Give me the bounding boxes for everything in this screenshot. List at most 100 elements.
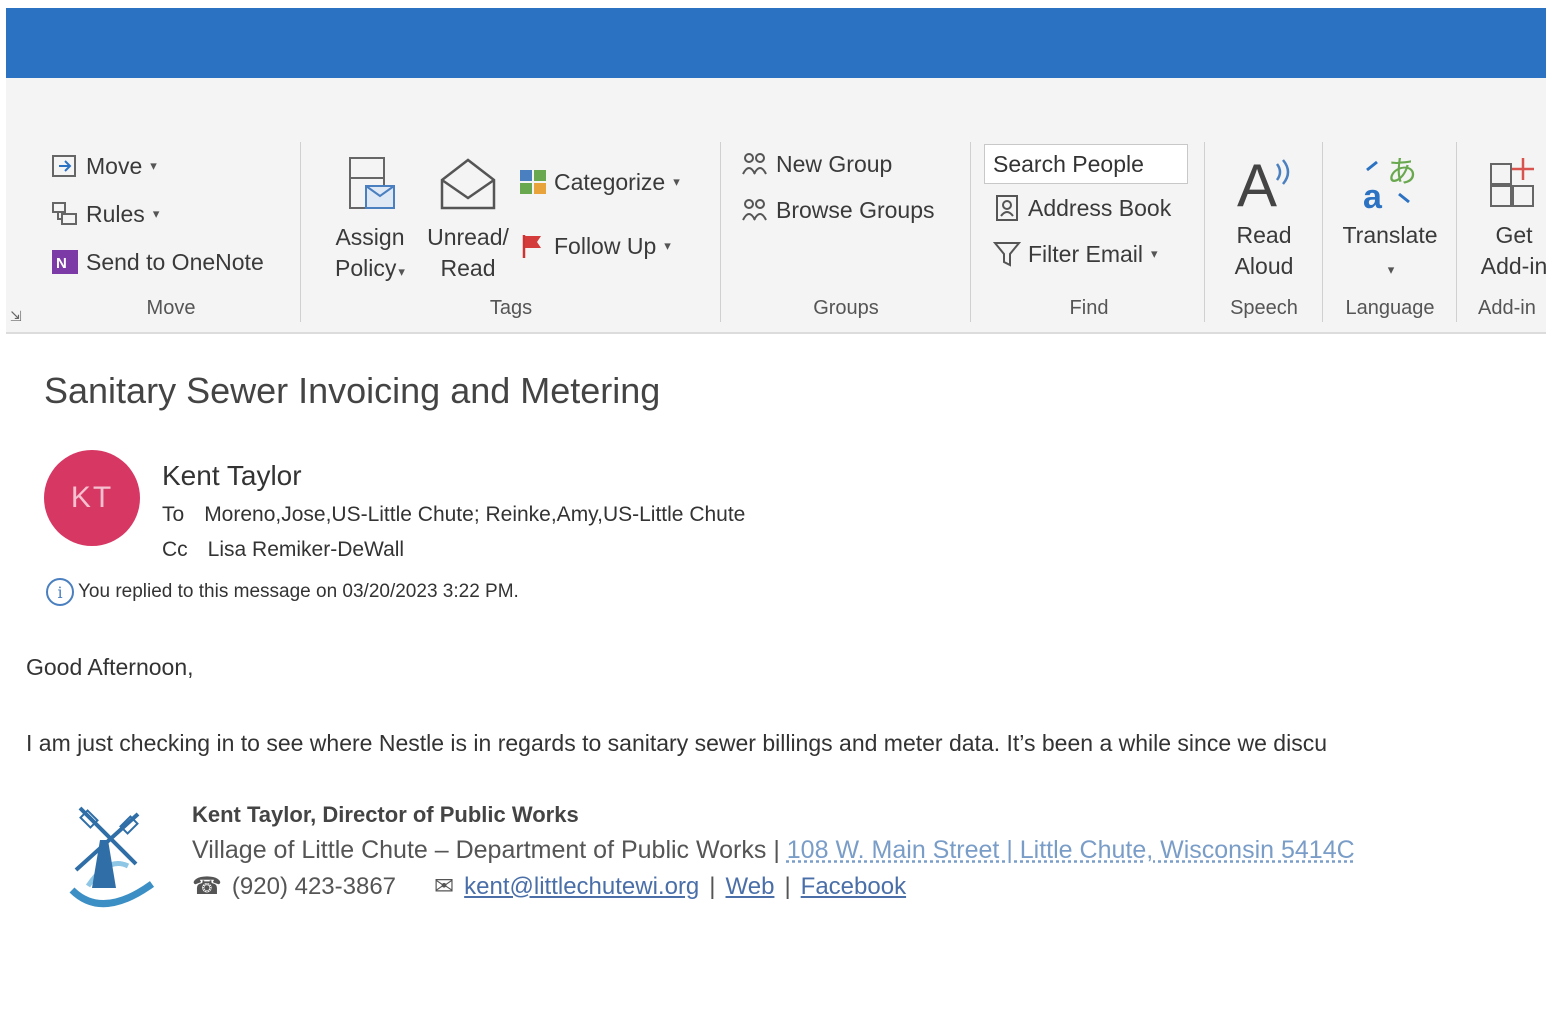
ribbon-divider	[720, 142, 721, 322]
categorize-icon	[520, 170, 546, 194]
assign-policy-label-line2: Policy ▾	[335, 255, 405, 281]
read-aloud-icon: A	[1237, 152, 1290, 214]
svg-text:あ: あ	[1387, 155, 1417, 190]
filter-email-label: Filter Email	[1028, 240, 1144, 267]
translate-button[interactable]: aあ Translate ▾	[1330, 150, 1450, 285]
signature-facebook-link[interactable]: Facebook	[801, 873, 906, 901]
sender-name[interactable]: Kent Taylor	[162, 460, 302, 492]
new-group-icon	[742, 153, 767, 175]
chevron-down-icon: ▾	[1387, 262, 1395, 277]
speech-group: A Read Aloud Speech	[1210, 138, 1318, 328]
reply-info-text: You replied to this message on 03/20/202…	[78, 581, 519, 602]
svg-text:a: a	[1363, 178, 1383, 214]
chevron-down-icon: ▾	[152, 206, 160, 221]
ribbon-divider	[970, 142, 971, 322]
rules-button[interactable]: Rules ▾	[50, 200, 159, 228]
get-addins-button[interactable]: Get Add-in	[1462, 150, 1556, 282]
signature-separator: |	[784, 872, 791, 900]
signature-separator: |	[709, 872, 716, 900]
translate-chevron: ▾	[1330, 251, 1450, 285]
move-button[interactable]: Move ▾	[50, 152, 157, 180]
chevron-down-icon: ▾	[150, 158, 157, 173]
cc-label: Cc	[162, 538, 188, 561]
signature-contact-line: ☎ (920) 423-3867 ✉ kent@littlechutewi.or…	[192, 872, 906, 901]
svg-text:N: N	[56, 255, 67, 272]
categorize-label: Categorize	[554, 168, 666, 195]
avatar[interactable]: KT	[44, 450, 140, 546]
send-to-onenote-label: Send to OneNote	[86, 248, 264, 275]
assign-policy-button[interactable]: Assign Policy ▾	[320, 154, 420, 287]
browse-groups-label: Browse Groups	[776, 196, 935, 223]
translate-icon: aあ	[1363, 155, 1417, 214]
groups-group-label: Groups	[813, 297, 879, 319]
new-group-button[interactable]: New Group	[740, 150, 892, 178]
reply-info-bar[interactable]: i You replied to this message on 03/20/2…	[46, 578, 519, 606]
translate-label: Translate	[1342, 222, 1438, 248]
dialog-launcher-icon[interactable]: ⇲	[10, 308, 22, 325]
signature-phone: (920) 423-3867	[231, 872, 397, 900]
language-group: aあ Translate ▾ Language	[1328, 138, 1452, 328]
follow-up-button[interactable]: Follow Up ▾	[518, 232, 671, 260]
read-aloud-label-line2: Aloud	[1234, 253, 1294, 279]
windmill-logo-icon	[69, 806, 155, 907]
chevron-down-icon: ▾	[664, 238, 671, 253]
svg-text:A: A	[1237, 152, 1277, 214]
cc-row: Cc Lisa Remiker-DeWall	[162, 538, 404, 562]
addin-group: Get Add-in Add-in	[1462, 138, 1547, 328]
groups-group: New Group Browse Groups Groups	[726, 138, 966, 328]
new-group-label: New Group	[776, 150, 893, 177]
signature-address-link[interactable]: 108 W. Main Street | Little Chute, Wisco…	[787, 836, 1355, 864]
to-recipients[interactable]: Moreno,Jose,US-Little Chute; Reinke,Amy,…	[204, 503, 745, 527]
speech-group-label: Speech	[1230, 297, 1298, 319]
move-group: Move ▾ Rules ▾ N Send to OneNote Move	[46, 138, 296, 328]
signature-web-link[interactable]: Web	[726, 873, 775, 901]
info-icon: i	[46, 578, 74, 606]
browse-groups-icon	[742, 199, 767, 221]
rules-icon	[52, 202, 77, 225]
ribbon: ⇲ Move ▾ Rules ▾ N Send to OneNote Move As…	[6, 78, 1547, 334]
to-label: To	[162, 503, 185, 526]
greeting: Good Afternoon,	[26, 654, 194, 680]
unread-read-label-line2: Read	[440, 255, 496, 281]
message-subject: Sanitary Sewer Invoicing and Metering	[44, 370, 661, 411]
tags-group-label: Tags	[489, 297, 533, 319]
chevron-down-icon: ▾	[673, 174, 680, 189]
get-addins-icon	[1490, 158, 1534, 207]
send-to-onenote-button[interactable]: N Send to OneNote	[50, 248, 264, 276]
signature-name: Kent Taylor, Director of Public Works	[192, 802, 579, 827]
ribbon-divider	[1456, 142, 1457, 322]
filter-email-button[interactable]: Filter Email ▾	[992, 240, 1158, 268]
signature-org-line: Village of Little Chute – Department of …	[192, 836, 1355, 865]
unread-read-button[interactable]: Unread/ Read	[420, 154, 516, 284]
filter-icon	[992, 242, 1022, 267]
move-icon	[52, 155, 76, 177]
address-book-label: Address Book	[1028, 194, 1172, 221]
rules-label: Rules	[86, 200, 145, 227]
to-row: To Moreno,Jose,US-Little Chute; Reinke,A…	[162, 503, 745, 527]
signature-email-link[interactable]: kent@littlechutewi.org	[464, 873, 699, 901]
read-aloud-button[interactable]: A Read Aloud	[1212, 150, 1316, 282]
signature-separator: |	[773, 836, 780, 864]
search-people-input[interactable]: Search People	[984, 144, 1188, 184]
email-icon: ✉	[434, 873, 455, 900]
assign-policy-icon	[349, 157, 395, 209]
address-book-icon	[996, 195, 1018, 221]
body-paragraph: I am just checking in to see where Nestl…	[26, 730, 1327, 756]
language-group-label: Language	[1345, 297, 1435, 319]
get-addins-label-line2: Add-in	[1480, 253, 1548, 279]
browse-groups-button[interactable]: Browse Groups	[740, 196, 935, 224]
find-group-label: Find	[1069, 297, 1109, 319]
cc-recipients[interactable]: Lisa Remiker-DeWall	[208, 538, 404, 562]
assign-policy-label-line1: Assign	[335, 224, 405, 250]
get-addins-label-line1: Get	[1495, 222, 1533, 248]
ribbon-divider	[1322, 142, 1323, 322]
window-titlebar	[6, 8, 1546, 78]
address-book-button[interactable]: Address Book	[992, 194, 1171, 222]
categorize-button[interactable]: Categorize ▾	[518, 168, 680, 196]
read-aloud-label-line1: Read	[1236, 222, 1292, 248]
follow-up-label: Follow Up	[554, 232, 657, 259]
chevron-down-icon: ▾	[1151, 246, 1158, 261]
ribbon-divider	[1204, 142, 1205, 322]
flag-icon	[522, 235, 541, 258]
addin-group-label: Add-in	[1478, 297, 1536, 319]
